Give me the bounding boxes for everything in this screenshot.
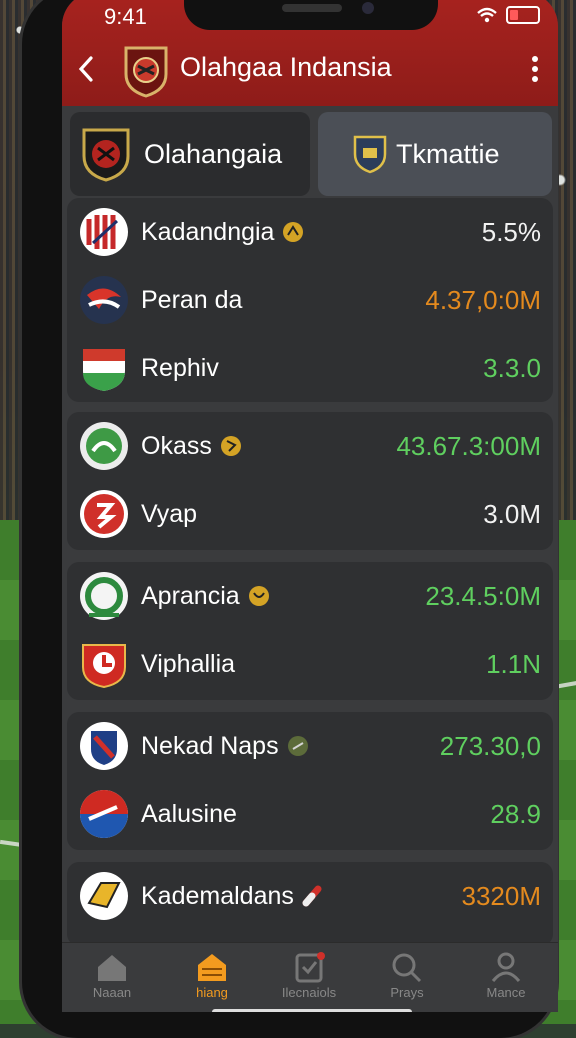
team-value: 3.3.0 (483, 352, 541, 383)
app-title: Olahgaa Indansia (180, 52, 392, 82)
team-logo-icon (80, 722, 128, 770)
nav-label: Ilecnaiols (281, 985, 337, 1000)
battery-icon (506, 6, 540, 24)
tab-bar: Olahangaia Tkmattie (62, 106, 558, 198)
team-value: 28.9 (490, 798, 541, 829)
team-logo-icon (82, 644, 126, 689)
more-menu-icon[interactable] (530, 56, 540, 84)
ball-icon (248, 586, 269, 606)
team-value: 3320M (461, 880, 542, 911)
team-logo-icon (80, 490, 128, 538)
list-item[interactable]: Nekad Naps 273.30,0 (67, 712, 553, 780)
team-group-card: Okass 43.67.3:00M Vyap 3.0M (67, 412, 553, 550)
notch (184, 0, 438, 30)
nav-item-ilecnaiols[interactable]: Ilecnaiols (269, 947, 349, 1000)
team-name: Viphallia (141, 649, 236, 678)
list-item[interactable]: Viphallia 1.1N (67, 630, 553, 698)
team-value: 1.1N (486, 648, 541, 679)
list-item[interactable]: Okass 43.67.3:00M (67, 412, 553, 480)
ball-icon (220, 436, 241, 456)
status-time: 9:41 (104, 4, 147, 29)
tab-label: Olahangaia (144, 138, 283, 169)
team-logo-icon (80, 572, 128, 620)
club-crest-icon (82, 128, 130, 182)
nav-item-mance[interactable]: Mance (466, 947, 546, 1000)
list-item[interactable]: Kadandngia 5.5% (67, 198, 553, 266)
team-logo-icon (83, 349, 125, 391)
team-group-card: Aprancia 23.4.5:0M Viphallia 1.1N (67, 562, 553, 700)
clipboard-icon (295, 952, 325, 983)
team-logo-icon (80, 872, 128, 920)
wifi-icon (477, 7, 497, 23)
team-name: Peran da (141, 285, 243, 314)
tab-label: Tkmattie (396, 138, 500, 169)
search-icon (392, 953, 422, 983)
team-logo-icon (80, 276, 128, 324)
team-group-card: Kadandngia 5.5% Peran da 4.37,0:0M Rephi… (67, 198, 553, 402)
nav-item-hiang[interactable]: hiang (172, 947, 252, 1000)
team-value: 273.30,0 (439, 730, 541, 761)
pill-icon (302, 885, 322, 907)
tab-olahangaia[interactable]: Olahangaia (70, 112, 310, 196)
back-arrow-icon[interactable] (72, 54, 102, 84)
app-screen: 9:41 Olahgaa Indansia Olahangaia Tkmatti… (62, 0, 558, 1012)
team-name: Aprancia (141, 581, 240, 610)
nav-item-prays[interactable]: Prays (367, 947, 447, 1000)
shield-icon (353, 135, 387, 174)
team-name: Okass (141, 431, 212, 460)
list-item[interactable]: Aalusine 28.9 (67, 780, 553, 848)
stadium-icon (198, 954, 226, 981)
app-header: 9:41 Olahgaa Indansia (62, 0, 558, 106)
nav-label: hiang (196, 985, 228, 1000)
nav-label: Mance (486, 985, 526, 1000)
list-item[interactable]: Kademaldans 3320M (67, 862, 553, 930)
status-icons (476, 6, 540, 24)
list-item[interactable]: Rephiv 3.3.0 (67, 334, 553, 402)
team-value: 4.37,0:0M (425, 284, 541, 315)
user-icon (491, 952, 521, 982)
list-item[interactable]: Aprancia 23.4.5:0M (67, 562, 553, 630)
team-name: Kadandngia (141, 217, 275, 246)
nav-item-home[interactable]: Naaan (72, 947, 152, 1000)
list-item[interactable]: Peran da 4.37,0:0M (67, 266, 553, 334)
team-value: 5.5% (481, 216, 541, 247)
team-value: 23.4.5:0M (425, 580, 541, 611)
tab-tkmattie[interactable]: Tkmattie (318, 112, 552, 196)
team-name: Aalusine (141, 799, 237, 828)
phone-frame: 9:41 Olahgaa Indansia Olahangaia Tkmatti… (22, 0, 558, 1038)
nav-label: Naaan (92, 985, 132, 1000)
home-icon (98, 955, 126, 981)
home-indicator[interactable] (212, 1009, 412, 1012)
team-name: Vyap (141, 499, 198, 528)
bottom-nav: Naaan hiang Ilecnaiols Prays Mance (62, 942, 558, 1012)
ball-icon (287, 736, 308, 756)
ball-icon (283, 222, 304, 242)
nav-label: Prays (390, 985, 424, 1000)
team-logo-icon (80, 422, 128, 470)
team-name: Kademaldans (141, 881, 294, 910)
team-value: 43.67.3:00M (396, 430, 541, 461)
team-logo-icon (80, 790, 128, 838)
team-name: Nekad Naps (141, 731, 279, 760)
team-logo-icon (80, 208, 128, 256)
team-group-card: Nekad Naps 273.30,0 Aalusine 28.9 (67, 712, 553, 850)
list-item[interactable]: Vyap 3.0M (67, 480, 553, 548)
team-name: Rephiv (141, 353, 219, 382)
team-group-card: Kademaldans 3320M (67, 862, 553, 946)
club-crest-icon (124, 46, 168, 98)
team-value: 3.0M (483, 498, 541, 529)
